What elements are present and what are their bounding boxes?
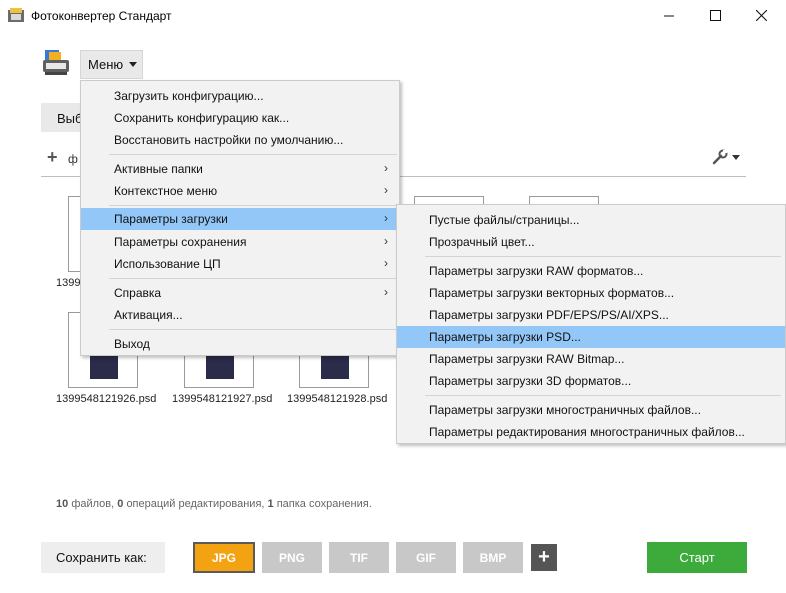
submenu-item-label: Параметры загрузки RAW Bitmap... [429,352,625,366]
menu-item-label: Параметры сохранения [114,235,247,249]
menu-item-exit[interactable]: Выход [81,333,399,355]
operations-text: операций редактирования, [126,498,265,510]
menu-item-label: Справка [114,286,162,300]
psd-icon [321,355,349,379]
submenu-item-3d[interactable]: Параметры загрузки 3D форматов... [397,370,785,392]
file-name: 1399548121928.psd [287,393,388,405]
chevron-right-icon: › [384,285,388,299]
save-as-label: Сохранить как: [41,542,165,573]
submenu-item-label: Параметры загрузки векторных форматов... [429,286,675,300]
menu-item-active-folders[interactable]: Активные папки › [81,158,399,180]
menu-separator [425,256,781,257]
main-menu: Загрузить конфигурацию... Сохранить конф… [80,80,400,356]
menu-item-label: Контекстное меню [114,184,218,198]
operations-count: 0 [117,498,124,510]
menu-item-load-config[interactable]: Загрузить конфигурацию... [81,85,399,107]
submenu-item-label: Параметры редактирования многостраничных… [429,425,745,439]
title-bar: Фотоконвертер Стандарт [0,0,786,31]
menu-item-save-params[interactable]: Параметры сохранения › [81,231,399,253]
menu-item-label: Выход [114,337,150,351]
add-files-label[interactable]: ф [68,152,78,166]
add-format-button[interactable]: + [531,544,557,571]
app-logo [41,48,71,78]
format-bmp-button[interactable]: BMP [463,542,523,573]
plus-icon[interactable]: + [47,148,58,166]
minimize-icon[interactable] [646,0,692,31]
menu-item-label: Активные папки [114,162,203,176]
chevron-right-icon: › [384,161,388,175]
menu-item-label: Использование ЦП [114,257,221,271]
menu-item-label: Загрузить конфигурацию... [114,89,264,103]
menu-button[interactable]: Меню [80,50,143,79]
maximize-icon[interactable] [692,0,738,31]
start-button[interactable]: Старт [647,542,747,573]
files-text: файлов, [71,498,115,510]
submenu-item-label: Параметры загрузки многостраничных файло… [429,403,701,417]
submenu-item-multipage-load[interactable]: Параметры загрузки многостраничных файло… [397,399,785,421]
file-name: 1399 [56,277,81,289]
folders-text: папка сохранения. [276,498,372,510]
window-title: Фотоконвертер Стандарт [31,9,172,23]
folders-count: 1 [267,498,274,510]
submenu-item-label: Прозрачный цвет... [429,235,535,249]
submenu-item-label: Параметры загрузки RAW форматов... [429,264,644,278]
submenu-item-label: Пустые файлы/страницы... [429,213,580,227]
menu-item-cpu-usage[interactable]: Использование ЦП › [81,253,399,275]
format-tif-button[interactable]: TIF [329,542,389,573]
chevron-right-icon: › [384,211,388,225]
file-name: 1399548121927.psd [172,393,273,405]
status-line: 10 файлов, 0 операций редактирования, 1 … [56,498,372,510]
psd-icon [90,355,118,379]
menu-item-load-params[interactable]: Параметры загрузки › [81,208,399,230]
menu-item-label: Активация... [114,308,183,322]
submenu-item-label: Параметры загрузки 3D форматов... [429,374,632,388]
menu-button-label: Меню [88,57,124,72]
submenu-item-transparent-color[interactable]: Прозрачный цвет... [397,231,785,253]
load-params-submenu: Пустые файлы/страницы... Прозрачный цвет… [396,204,786,444]
format-gif-button[interactable]: GIF [396,542,456,573]
menu-item-label: Параметры загрузки [114,212,228,226]
submenu-item-raw-bitmap[interactable]: Параметры загрузки RAW Bitmap... [397,348,785,370]
chevron-right-icon: › [384,183,388,197]
submenu-item-pdf[interactable]: Параметры загрузки PDF/EPS/PS/AI/XPS... [397,304,785,326]
chevron-right-icon: › [384,234,388,248]
menu-item-label: Восстановить настройки по умолчанию... [114,133,344,147]
file-name: 1399548121926.psd [56,393,157,405]
menu-separator [109,154,397,155]
menu-separator [109,205,397,206]
submenu-item-multipage-edit[interactable]: Параметры редактирования многостраничных… [397,421,785,443]
wrench-icon[interactable] [712,149,728,168]
menu-item-save-config[interactable]: Сохранить конфигурацию как... [81,107,399,129]
close-icon[interactable] [738,0,784,31]
menu-item-help[interactable]: Справка › [81,282,399,304]
submenu-item-empty-files[interactable]: Пустые файлы/страницы... [397,209,785,231]
format-png-button[interactable]: PNG [262,542,322,573]
submenu-item-vector[interactable]: Параметры загрузки векторных форматов... [397,282,785,304]
menu-item-restore-defaults[interactable]: Восстановить настройки по умолчанию... [81,129,399,151]
menu-item-label: Сохранить конфигурацию как... [114,111,290,125]
submenu-item-raw[interactable]: Параметры загрузки RAW форматов... [397,260,785,282]
menu-item-context-menu[interactable]: Контекстное меню › [81,180,399,202]
chevron-down-icon [129,62,138,67]
chevron-right-icon: › [384,256,388,270]
files-count: 10 [56,498,69,510]
psd-icon [206,355,234,379]
menu-separator [425,395,781,396]
submenu-item-label: Параметры загрузки PSD... [429,330,581,344]
format-jpg-button[interactable]: JPG [193,542,255,573]
submenu-item-label: Параметры загрузки PDF/EPS/PS/AI/XPS... [429,308,669,322]
submenu-item-psd[interactable]: Параметры загрузки PSD... [397,326,785,348]
menu-separator [109,278,397,279]
menu-item-activation[interactable]: Активация... [81,304,399,326]
app-icon [8,8,24,22]
chevron-down-icon[interactable] [732,155,740,160]
menu-separator [109,329,397,330]
